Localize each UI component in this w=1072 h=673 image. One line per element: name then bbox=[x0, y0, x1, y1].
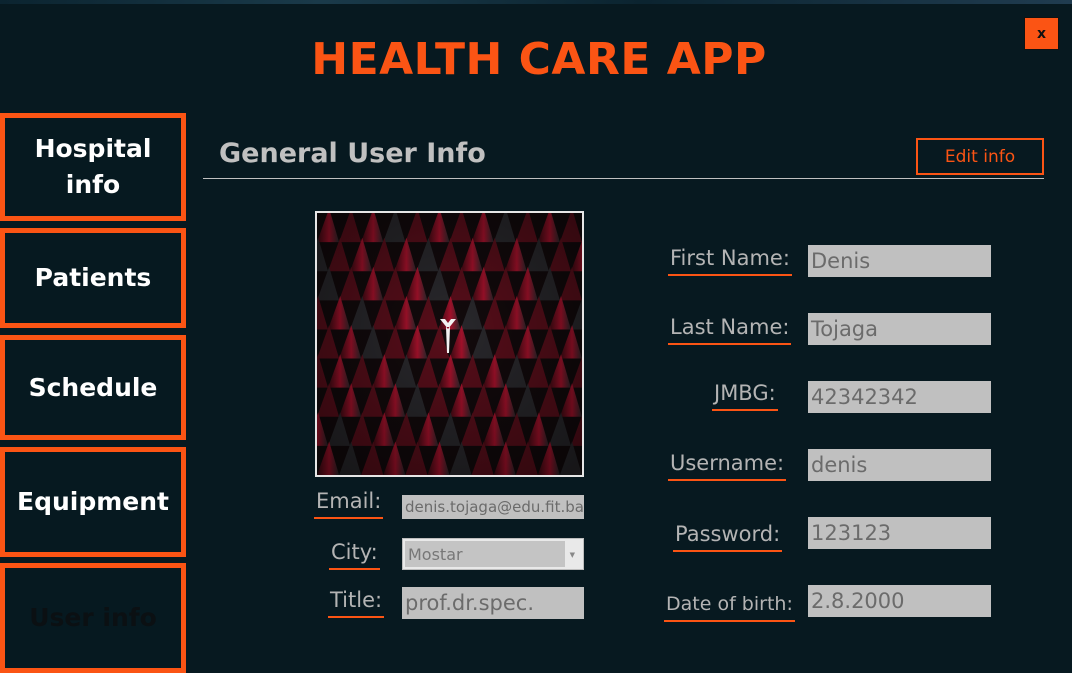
city-select[interactable]: Mostar ▼ bbox=[402, 538, 584, 570]
title-field[interactable]: prof.dr.spec. bbox=[402, 587, 584, 619]
email-label: Email: bbox=[314, 488, 384, 519]
app-title: HEALTH CARE APP bbox=[311, 34, 767, 85]
date-of-birth-label: Date of birth: bbox=[664, 591, 795, 622]
city-select-value: Mostar bbox=[405, 541, 565, 567]
sidebar-item-label: Hospital info bbox=[34, 134, 152, 199]
sidebar-item-label: Patients bbox=[34, 263, 152, 292]
sidebar-item-user-info[interactable]: User info bbox=[0, 563, 186, 673]
sidebar-item-hospital-info[interactable]: Hospital info bbox=[0, 113, 186, 221]
username-label: Username: bbox=[668, 450, 787, 481]
edit-info-button[interactable]: Edit info bbox=[916, 138, 1044, 175]
sidebar-item-label: Equipment bbox=[17, 487, 169, 516]
window-top-strip bbox=[0, 0, 1072, 4]
first-name-label: First Name: bbox=[668, 245, 792, 276]
section-divider bbox=[203, 178, 1044, 179]
profile-picture bbox=[315, 211, 584, 477]
username-field[interactable]: denis bbox=[808, 449, 991, 481]
last-name-label: Last Name: bbox=[668, 314, 792, 345]
email-field[interactable]: denis.tojaga@edu.fit.ba bbox=[402, 495, 584, 519]
title-label: Title: bbox=[328, 587, 385, 618]
city-label: City: bbox=[329, 539, 380, 570]
sidebar-item-label: User info bbox=[29, 603, 157, 632]
first-name-field[interactable]: Denis bbox=[808, 245, 991, 277]
date-of-birth-field[interactable]: 2.8.2000 bbox=[808, 585, 991, 617]
last-name-field[interactable]: Tojaga bbox=[808, 313, 991, 345]
password-field[interactable]: 123123 bbox=[808, 517, 991, 549]
sidebar-item-patients[interactable]: Patients bbox=[0, 228, 186, 328]
jmbg-label: JMBG: bbox=[712, 380, 778, 411]
sidebar-item-schedule[interactable]: Schedule bbox=[0, 335, 186, 440]
section-title: General User Info bbox=[219, 138, 486, 169]
chevron-down-icon: ▼ bbox=[569, 551, 575, 559]
sidebar-item-equipment[interactable]: Equipment bbox=[0, 447, 186, 557]
sidebar-item-label: Schedule bbox=[28, 372, 158, 402]
password-label: Password: bbox=[673, 521, 783, 552]
jmbg-field[interactable]: 42342342 bbox=[808, 381, 991, 413]
